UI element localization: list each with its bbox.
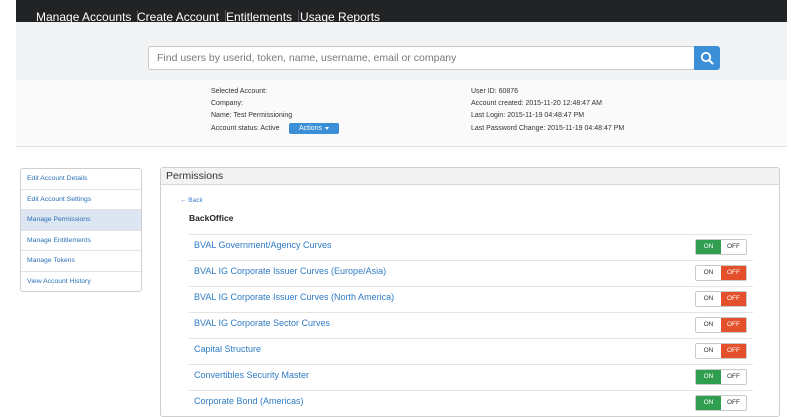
account-name: Name: Test Permissioning — [211, 112, 293, 119]
panel-title: Permissions — [161, 168, 779, 185]
search-icon — [700, 51, 714, 65]
last-login: Last Login: 2015-11-19 04:48:47 PM — [471, 112, 585, 119]
on-option[interactable]: ON — [696, 240, 721, 254]
permission-toggle[interactable]: ON OFF — [695, 317, 747, 333]
permission-name[interactable]: BVAL IG Corporate Issuer Curves (Europe/… — [194, 266, 386, 276]
permission-name[interactable]: Corporate Bond (Americas) — [194, 396, 304, 406]
permission-name[interactable]: BVAL IG Corporate Issuer Curves (North A… — [194, 292, 394, 302]
on-option[interactable]: ON — [696, 318, 721, 332]
permission-row: BVAL IG Corporate Issuer Curves (North A… — [189, 286, 753, 312]
actions-button[interactable]: Actions — [289, 123, 339, 134]
permission-toggle[interactable]: ON OFF — [695, 291, 747, 307]
on-option[interactable]: ON — [696, 344, 721, 358]
selected-account-label: Selected Account: — [211, 88, 268, 95]
user-id: User ID: 60876 — [471, 88, 519, 95]
search-button[interactable] — [694, 46, 720, 70]
permission-row: BVAL Government/Agency Curves ON OFF — [189, 234, 753, 260]
off-option[interactable]: OFF — [721, 240, 746, 254]
permission-row: BVAL IG Corporate Sector Curves ON OFF — [189, 312, 753, 338]
menu-manage-tokens[interactable]: Manage Tokens — [21, 251, 141, 272]
permission-toggle[interactable]: ON OFF — [695, 369, 747, 385]
permission-row: Convertibles Security Master ON OFF — [189, 364, 753, 390]
permission-name[interactable]: Capital Structure — [194, 344, 261, 354]
permission-toggle[interactable]: ON OFF — [695, 265, 747, 281]
account-status: Account status: Active — [211, 125, 280, 132]
menu-manage-entitlements[interactable]: Manage Entitlements — [21, 231, 141, 251]
back-link[interactable]: ← Back — [180, 197, 203, 204]
permission-toggle[interactable]: ON OFF — [695, 395, 747, 411]
on-option[interactable]: ON — [696, 396, 721, 410]
on-option[interactable]: ON — [696, 370, 721, 384]
permission-row: Corporate Bond (Americas) ON OFF — [189, 390, 753, 416]
on-option[interactable]: ON — [696, 266, 721, 280]
on-option[interactable]: ON — [696, 292, 721, 306]
menu-edit-account-details[interactable]: Edit Account Details — [21, 169, 141, 190]
off-option[interactable]: OFF — [721, 318, 746, 332]
permission-row: Capital Structure ON OFF — [189, 338, 753, 364]
account-info-band — [16, 80, 787, 147]
permission-row: BVAL IG Corporate Issuer Curves (Europe/… — [189, 260, 753, 286]
last-password-change: Last Password Change: 2015-11-19 04:48:4… — [471, 125, 625, 132]
account-side-menu: Edit Account Details Edit Account Settin… — [20, 168, 142, 292]
permission-name[interactable]: BVAL Government/Agency Curves — [194, 240, 332, 250]
permission-name[interactable]: Convertibles Security Master — [194, 370, 309, 380]
menu-view-account-history[interactable]: View Account History — [21, 272, 141, 292]
menu-edit-account-settings[interactable]: Edit Account Settings — [21, 190, 141, 210]
account-created: Account created: 2015-11-20 12:48:47 AM — [471, 100, 603, 107]
company-label: Company: — [211, 100, 243, 107]
search-input[interactable] — [148, 46, 694, 70]
off-option[interactable]: OFF — [721, 292, 746, 306]
actions-label: Actions — [299, 125, 322, 132]
menu-manage-permissions[interactable]: Manage Permissions — [21, 210, 141, 231]
off-option[interactable]: OFF — [721, 396, 746, 410]
off-option[interactable]: OFF — [721, 266, 746, 280]
off-option[interactable]: OFF — [721, 344, 746, 358]
permission-name[interactable]: BVAL IG Corporate Sector Curves — [194, 318, 330, 328]
permission-toggle[interactable]: ON OFF — [695, 343, 747, 359]
section-title: BackOffice — [189, 213, 234, 223]
permission-toggle[interactable]: ON OFF — [695, 239, 747, 255]
off-option[interactable]: OFF — [721, 370, 746, 384]
caret-down-icon — [324, 126, 329, 130]
